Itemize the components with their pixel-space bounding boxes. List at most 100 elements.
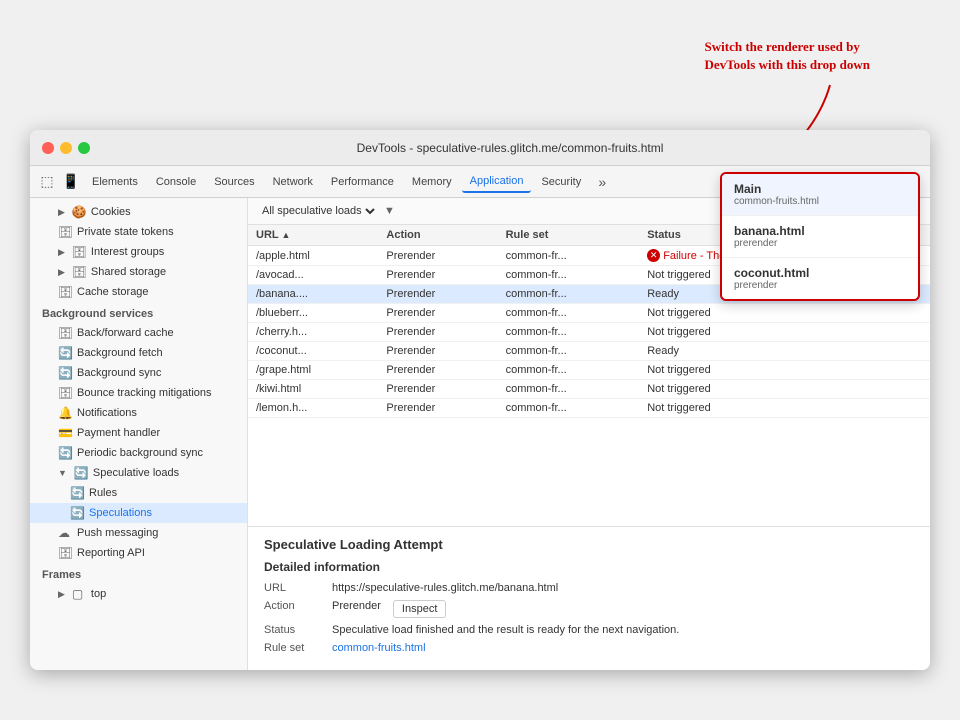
tab-performance[interactable]: Performance bbox=[323, 172, 402, 192]
inspect-icon[interactable]: ⬚ bbox=[36, 171, 58, 193]
sidebar: ▶ 🍪 Cookies 🗄 Private state tokens ▶ 🗄 I… bbox=[30, 198, 248, 670]
tab-console[interactable]: Console bbox=[148, 172, 204, 192]
sidebar-item-bg-sync[interactable]: 🔄 Background sync bbox=[30, 363, 247, 383]
detail-url-value: https://speculative-rules.glitch.me/bana… bbox=[332, 582, 558, 594]
payment-icon: 💳 bbox=[58, 426, 72, 440]
sidebar-item-bfcache[interactable]: 🗄 Back/forward cache bbox=[30, 323, 247, 343]
cell-action: Prerender bbox=[378, 285, 497, 304]
sidebar-item-push[interactable]: ☁ Push messaging bbox=[30, 523, 247, 543]
sidebar-label-bg-sync: Background sync bbox=[77, 367, 161, 379]
sidebar-item-periodic[interactable]: 🔄 Periodic background sync bbox=[30, 443, 247, 463]
more-tabs-icon[interactable]: » bbox=[591, 171, 613, 193]
table-row[interactable]: /coconut...Prerendercommon-fr...Ready bbox=[248, 342, 930, 361]
spec-icon: 🔄 bbox=[70, 506, 84, 520]
col-ruleset[interactable]: Rule set bbox=[498, 225, 640, 246]
inspect-button[interactable]: Inspect bbox=[393, 600, 446, 618]
cell-action: Prerender bbox=[378, 361, 497, 380]
cell-status: Not triggered bbox=[639, 304, 930, 323]
sidebar-label-speculations: Speculations bbox=[89, 507, 152, 519]
filter-dropdown[interactable]: All speculative loads bbox=[258, 204, 378, 218]
sidebar-item-payment[interactable]: 💳 Payment handler bbox=[30, 423, 247, 443]
sidebar-label-periodic: Periodic background sync bbox=[77, 447, 203, 459]
tab-elements[interactable]: Elements bbox=[84, 172, 146, 192]
renderer-item-coconut-name: coconut.html bbox=[734, 266, 906, 280]
table-row[interactable]: /grape.htmlPrerendercommon-fr...Not trig… bbox=[248, 361, 930, 380]
detail-ruleset-label: Rule set bbox=[264, 642, 324, 654]
detail-action-value: Prerender bbox=[332, 600, 381, 612]
sidebar-item-cookies[interactable]: ▶ 🍪 Cookies bbox=[30, 202, 247, 222]
bounce-icon: 🗄 bbox=[58, 386, 72, 400]
tab-memory[interactable]: Memory bbox=[404, 172, 460, 192]
sidebar-item-cache-storage[interactable]: 🗄 Cache storage bbox=[30, 282, 247, 302]
db-icon: 🗄 bbox=[58, 225, 72, 239]
sidebar-label-bounce: Bounce tracking mitigations bbox=[77, 387, 212, 399]
rules-icon: 🔄 bbox=[70, 486, 84, 500]
tab-sources[interactable]: Sources bbox=[206, 172, 262, 192]
expand-icon-2: ▶ bbox=[58, 247, 65, 258]
detail-action-label: Action bbox=[264, 600, 324, 612]
renderer-item-main-name: Main bbox=[734, 182, 906, 196]
detail-row-action: Action Prerender Inspect bbox=[264, 600, 914, 618]
sidebar-item-reporting[interactable]: 🗄 Reporting API bbox=[30, 543, 247, 563]
cell-action: Prerender bbox=[378, 399, 497, 418]
maximize-button[interactable] bbox=[78, 142, 90, 154]
sidebar-item-top[interactable]: ▶ ▢ top bbox=[30, 584, 247, 604]
cell-url: /avocad... bbox=[248, 266, 378, 285]
cell-action: Prerender bbox=[378, 342, 497, 361]
db-icon-4: 🗄 bbox=[58, 285, 72, 299]
sidebar-item-speculative-loads[interactable]: ▼ 🔄 Speculative loads bbox=[30, 463, 247, 483]
cell-action: Prerender bbox=[378, 304, 497, 323]
cell-url: /apple.html bbox=[248, 246, 378, 266]
table-row[interactable]: /lemon.h...Prerendercommon-fr...Not trig… bbox=[248, 399, 930, 418]
sidebar-item-bg-fetch[interactable]: 🔄 Background fetch bbox=[30, 343, 247, 363]
sidebar-item-bounce[interactable]: 🗄 Bounce tracking mitigations bbox=[30, 383, 247, 403]
device-icon[interactable]: 📱 bbox=[60, 171, 82, 193]
sidebar-label-top: top bbox=[91, 588, 106, 600]
sidebar-item-speculations[interactable]: 🔄 Speculations bbox=[30, 503, 247, 523]
table-row[interactable]: /cherry.h...Prerendercommon-fr...Not tri… bbox=[248, 323, 930, 342]
renderer-item-banana-url: prerender bbox=[734, 238, 906, 249]
section-bg-services: Background services bbox=[30, 302, 247, 323]
col-url[interactable]: URL ▲ bbox=[248, 225, 378, 246]
sidebar-label-interest-groups: Interest groups bbox=[91, 246, 164, 258]
table-row[interactable]: /kiwi.htmlPrerendercommon-fr...Not trigg… bbox=[248, 380, 930, 399]
sidebar-label-cookies: Cookies bbox=[91, 206, 131, 218]
sidebar-label-bfcache: Back/forward cache bbox=[77, 327, 174, 339]
cell-status: Not triggered bbox=[639, 399, 930, 418]
cell-ruleset: common-fr... bbox=[498, 266, 640, 285]
renderer-item-coconut-url: prerender bbox=[734, 280, 906, 291]
expand-icon-top: ▶ bbox=[58, 589, 65, 600]
db-icon-3: 🗄 bbox=[72, 265, 86, 279]
cell-ruleset: common-fr... bbox=[498, 399, 640, 418]
cell-action: Prerender bbox=[378, 380, 497, 399]
renderer-item-main[interactable]: Main common-fruits.html bbox=[722, 174, 918, 216]
sidebar-item-private-state[interactable]: 🗄 Private state tokens bbox=[30, 222, 247, 242]
minimize-button[interactable] bbox=[60, 142, 72, 154]
push-icon: ☁ bbox=[58, 526, 72, 540]
expand-icon-3: ▶ bbox=[58, 267, 65, 278]
close-button[interactable] bbox=[42, 142, 54, 154]
renderer-item-banana[interactable]: banana.html prerender bbox=[722, 216, 918, 258]
section-frames: Frames bbox=[30, 563, 247, 584]
cell-url: /coconut... bbox=[248, 342, 378, 361]
sidebar-item-notifications[interactable]: 🔔 Notifications bbox=[30, 403, 247, 423]
cell-action: Prerender bbox=[378, 266, 497, 285]
browser-window: DevTools - speculative-rules.glitch.me/c… bbox=[30, 130, 930, 670]
title-bar: DevTools - speculative-rules.glitch.me/c… bbox=[30, 130, 930, 166]
tab-application[interactable]: Application bbox=[462, 171, 532, 193]
detail-ruleset-link[interactable]: common-fruits.html bbox=[332, 642, 426, 654]
renderer-item-coconut[interactable]: coconut.html prerender bbox=[722, 258, 918, 299]
table-row[interactable]: /blueberr...Prerendercommon-fr...Not tri… bbox=[248, 304, 930, 323]
sidebar-item-rules[interactable]: 🔄 Rules bbox=[30, 483, 247, 503]
col-action[interactable]: Action bbox=[378, 225, 497, 246]
sidebar-item-shared-storage[interactable]: ▶ 🗄 Shared storage bbox=[30, 262, 247, 282]
db-icon-2: 🗄 bbox=[72, 245, 86, 259]
cell-status: Not triggered bbox=[639, 361, 930, 380]
filter-arrow: ▼ bbox=[384, 205, 395, 217]
tab-security[interactable]: Security bbox=[533, 172, 589, 192]
sidebar-label-speculative-loads: Speculative loads bbox=[93, 467, 179, 479]
sidebar-item-interest-groups[interactable]: ▶ 🗄 Interest groups bbox=[30, 242, 247, 262]
detail-status-label: Status bbox=[264, 624, 324, 636]
tab-network[interactable]: Network bbox=[265, 172, 321, 192]
annotation-top: Switch the renderer used byDevTools with… bbox=[705, 38, 870, 74]
